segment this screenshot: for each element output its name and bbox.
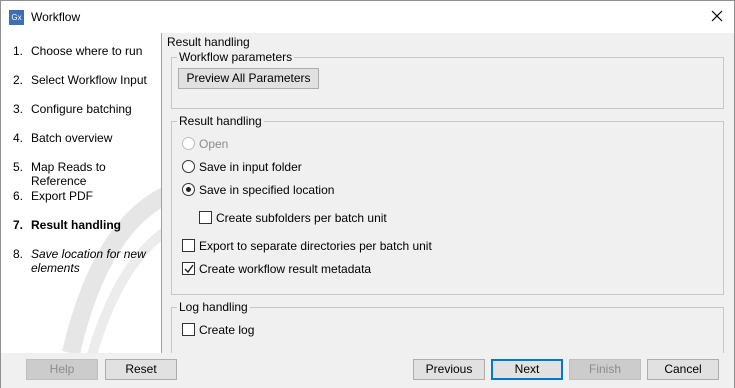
radio-unchecked-icon [182,137,195,151]
workflow-parameters-title: Workflow parameters [177,50,295,64]
step-batch-overview: 4. Batch overview [13,131,113,145]
log-handling-group: Log handling Create log [171,300,724,357]
create-log-checkbox[interactable]: Create log [182,322,254,338]
checkbox-unchecked-icon [199,211,212,225]
close-icon[interactable] [710,9,724,23]
log-handling-title: Log handling [177,300,250,314]
create-workflow-result-metadata-checkbox[interactable]: Create workflow result metadata [182,261,371,277]
panel-title: Result handling [167,35,250,49]
cancel-button[interactable]: Cancel [647,359,719,380]
open-radio[interactable]: Open [182,136,228,152]
step-map-reads-to-reference: 5. Map Reads to Reference [13,160,106,188]
dialog-client: 1. Choose where to run 2. Select Workflow … [0,33,735,388]
step-configure-batching: 3. Configure batching [13,102,132,116]
checkmark-icon [184,264,194,274]
preview-all-parameters-button[interactable]: Preview All Parameters [178,68,319,89]
checkbox-unchecked-icon [182,239,195,253]
checkbox-checked-icon [182,262,195,276]
dialog-footer: Help Reset Previous Next Finish Cancel [1,353,734,388]
step-choose-where-to-run: 1. Choose where to run [13,44,143,58]
radio-unchecked-icon [182,160,195,174]
radio-checked-icon [182,183,195,197]
result-handling-title: Result handling [177,114,264,128]
help-button[interactable]: Help [26,359,98,380]
create-subfolders-checkbox[interactable]: Create subfolders per batch unit [199,210,387,226]
checkbox-unchecked-icon [182,323,195,337]
window-title: Workflow [31,10,81,24]
result-handling-group: Result handling Open Save in input folde… [171,114,724,295]
step-save-location: 8. Save location for new elements [13,247,146,275]
workflow-parameters-group: Workflow parameters Preview All Paramete… [171,50,724,109]
result-handling-panel: Result handling Workflow parameters Prev… [162,33,734,357]
export-separate-directories-checkbox[interactable]: Export to separate directories per batch… [182,238,432,254]
previous-button[interactable]: Previous [413,359,485,380]
step-result-handling: 7. Result handling [13,218,121,232]
save-in-input-folder-radio[interactable]: Save in input folder [182,159,302,175]
step-select-workflow-input: 2. Select Workflow Input [13,73,147,87]
reset-button[interactable]: Reset [105,359,177,380]
finish-button[interactable]: Finish [569,359,641,380]
next-button[interactable]: Next [491,359,563,380]
save-in-specified-location-radio[interactable]: Save in specified location [182,182,334,198]
steps-sidebar: 1. Choose where to run 2. Select Workflow … [1,33,162,353]
app-icon: Gx [9,10,24,25]
title-bar: Gx Workflow [0,0,735,33]
step-export-pdf: 6. Export PDF [13,189,94,203]
